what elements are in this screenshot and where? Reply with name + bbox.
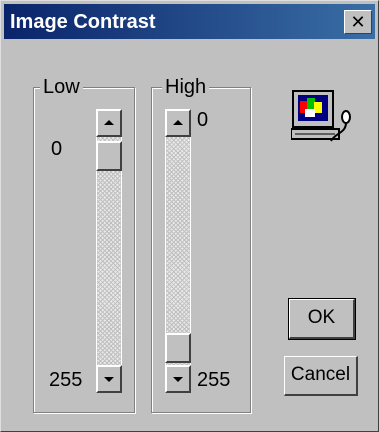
close-icon: ✕ <box>350 12 366 33</box>
close-button[interactable]: ✕ <box>344 10 372 34</box>
high-max-label: 255 <box>197 369 231 391</box>
arrow-up-icon <box>173 120 183 125</box>
low-group-label: Low <box>40 76 83 98</box>
high-slider[interactable] <box>165 109 191 393</box>
high-min-label: 0 <box>197 109 209 131</box>
low-min-label: 0 <box>51 138 63 160</box>
high-scroll-up-button[interactable] <box>165 109 191 137</box>
arrow-down-icon <box>104 377 114 382</box>
window-title: Image Contrast <box>10 11 156 33</box>
high-slider-thumb[interactable] <box>165 333 191 363</box>
title-bar[interactable]: Image Contrast ✕ <box>4 4 375 39</box>
arrow-down-icon <box>173 377 183 382</box>
cancel-button[interactable]: Cancel <box>284 356 358 396</box>
high-scroll-down-button[interactable] <box>165 365 191 393</box>
ok-button[interactable]: OK <box>288 298 356 340</box>
high-group-label: High <box>162 76 210 98</box>
low-scroll-up-button[interactable] <box>96 109 122 137</box>
computer-monitor-icon <box>291 90 351 142</box>
arrow-up-icon <box>104 120 114 125</box>
low-max-label: 255 <box>49 369 83 391</box>
image-contrast-dialog: Image Contrast ✕ Low 0 255 High 0 255 OK… <box>0 0 379 432</box>
low-slider[interactable] <box>96 109 122 393</box>
low-slider-thumb[interactable] <box>96 141 122 171</box>
low-scroll-down-button[interactable] <box>96 365 122 393</box>
